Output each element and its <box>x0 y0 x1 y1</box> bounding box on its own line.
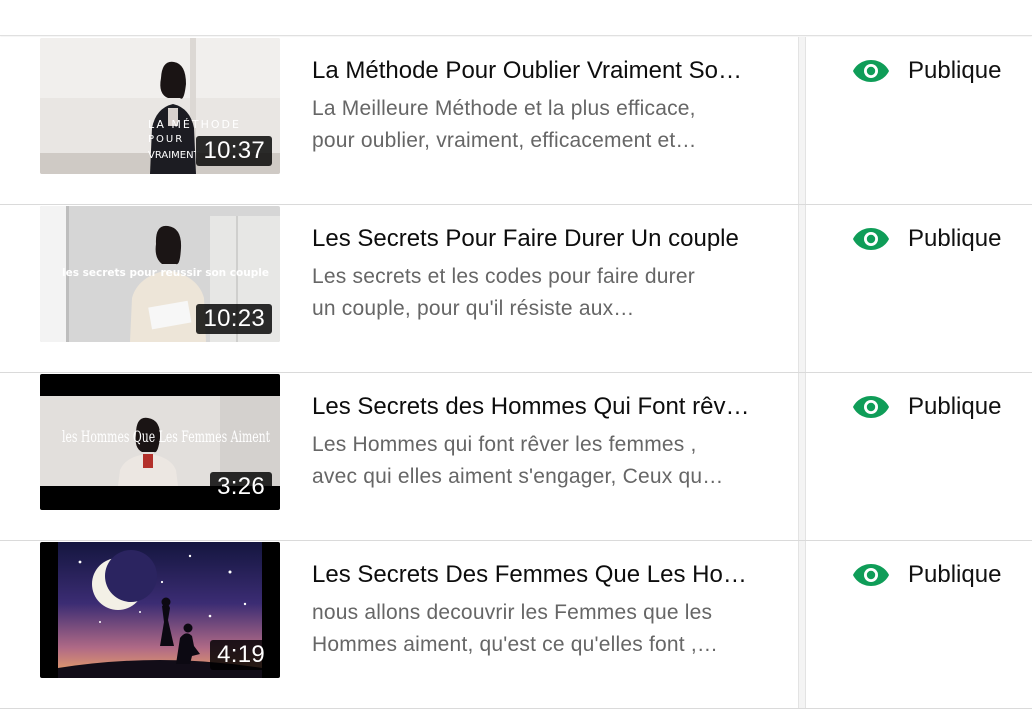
thumb-overlay-text: les Hommes Que Les Femmes Aiment <box>62 427 270 446</box>
video-duration-badge: 10:23 <box>196 304 272 334</box>
video-row[interactable]: les secrets pour reussir son couple 10:2… <box>0 205 1032 373</box>
top-header-bar <box>0 0 1032 36</box>
column-resize-handle[interactable] <box>798 373 806 540</box>
video-description-line: Les secrets et les codes pour faire dure… <box>312 265 695 288</box>
video-description-line: un couple, pour qu'il résiste aux… <box>312 297 635 320</box>
video-description-line: pour oublier, vraiment, efficacement et… <box>312 129 697 152</box>
visibility-dropdown[interactable]: Publique <box>852 221 1001 257</box>
column-resize-handle[interactable] <box>798 37 806 204</box>
video-description: Les Hommes qui font rêver les femmes , a… <box>312 429 772 493</box>
video-thumbnail[interactable]: 4:19 <box>40 542 280 678</box>
video-description-line: nous allons decouvrir les Femmes que les <box>312 601 713 624</box>
thumb-overlay-text: les secrets pour reussir son couple <box>62 267 269 279</box>
video-description: La Meilleure Méthode et la plus efficace… <box>312 93 772 157</box>
video-title[interactable]: Les Secrets des Hommes Qui Font rêv… <box>312 391 772 423</box>
column-resize-handle[interactable] <box>798 205 806 372</box>
video-duration-badge: 4:19 <box>210 640 272 670</box>
video-thumbnail[interactable]: les Hommes Que Les Femmes Aiment 3:26 <box>40 374 280 510</box>
video-thumbnail[interactable]: LA MÉTHODE POUR VRAIMENT 10:37 <box>40 38 280 174</box>
video-description-line: La Meilleure Méthode et la plus efficace… <box>312 97 696 120</box>
thumb-overlay-text: POUR <box>148 134 184 145</box>
eye-icon <box>853 396 889 418</box>
visibility-dropdown[interactable]: Publique <box>852 389 1001 425</box>
video-details: La Méthode Pour Oublier Vraiment So… La … <box>312 55 772 157</box>
video-duration-badge: 3:26 <box>210 472 272 502</box>
video-title[interactable]: La Méthode Pour Oublier Vraiment So… <box>312 55 772 87</box>
video-row[interactable]: 4:19 Les Secrets Des Femmes Que Les Ho… … <box>0 541 1032 709</box>
visibility-label: Publique <box>908 561 1002 588</box>
video-thumbnail[interactable]: les secrets pour reussir son couple 10:2… <box>40 206 280 342</box>
video-title[interactable]: Les Secrets Pour Faire Durer Un couple <box>312 223 772 255</box>
eye-icon <box>853 228 889 250</box>
visibility-label: Publique <box>908 393 1002 420</box>
video-row[interactable]: LA MÉTHODE POUR VRAIMENT 10:37 La Méthod… <box>0 37 1032 205</box>
thumb-overlay-text: LA MÉTHODE <box>148 118 241 131</box>
video-details: Les Secrets Pour Faire Durer Un couple L… <box>312 223 772 325</box>
visibility-label: Publique <box>908 225 1002 252</box>
thumb-overlay-text: VRAIMENT <box>148 150 201 161</box>
visibility-dropdown[interactable]: Publique <box>852 557 1001 593</box>
video-description-line: Hommes aiment, qu'est ce qu'elles font ,… <box>312 633 719 656</box>
video-description-line: Les Hommes qui font rêver les femmes , <box>312 433 697 456</box>
video-duration-badge: 10:37 <box>196 136 272 166</box>
video-title[interactable]: Les Secrets Des Femmes Que Les Ho… <box>312 559 772 591</box>
eye-icon <box>853 564 889 586</box>
video-description: nous allons decouvrir les Femmes que les… <box>312 597 772 661</box>
visibility-dropdown[interactable]: Publique <box>852 53 1001 89</box>
video-details: Les Secrets Des Femmes Que Les Ho… nous … <box>312 559 772 661</box>
visibility-label: Publique <box>908 57 1002 84</box>
column-resize-handle[interactable] <box>798 541 806 708</box>
video-details: Les Secrets des Hommes Qui Font rêv… Les… <box>312 391 772 493</box>
video-list: LA MÉTHODE POUR VRAIMENT 10:37 La Méthod… <box>0 37 1032 709</box>
video-description-line: avec qui elles aiment s'engager, Ceux qu… <box>312 465 724 488</box>
eye-icon <box>853 60 889 82</box>
video-description: Les secrets et les codes pour faire dure… <box>312 261 772 325</box>
video-row[interactable]: les Hommes Que Les Femmes Aiment 3:26 Le… <box>0 373 1032 541</box>
